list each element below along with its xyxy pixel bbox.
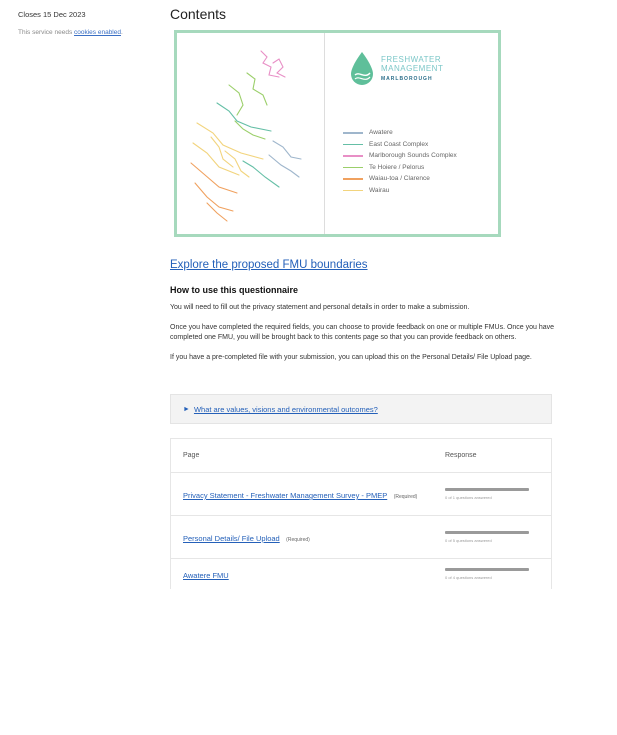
instructions-paragraph: You will need to fill out the privacy st…	[170, 304, 470, 311]
response-cell: 0 of 5 questions answered	[445, 531, 539, 543]
main-content: Contents FRESHWATER MANAGEMENT MARLBOROU…	[170, 6, 555, 589]
required-tag: (Required)	[286, 537, 310, 543]
cookies-link[interactable]: cookies enabled	[74, 29, 121, 36]
legend-item: Te Hoiere / Pelorus	[343, 162, 457, 174]
column-header-response: Response	[445, 452, 477, 459]
legend-item: Awatere	[343, 127, 457, 139]
progress-text: 0 of 5 questions answered	[445, 538, 492, 543]
legend-label: Awatere	[369, 129, 393, 137]
table-row: Privacy Statement - Freshwater Managemen…	[171, 473, 551, 516]
progress-bar	[445, 568, 529, 571]
page-title: Contents	[170, 6, 227, 22]
cookie-notice-prefix: This service needs	[18, 29, 74, 36]
map-legend-panel: FRESHWATER MANAGEMENT MARLBOROUGH Awater…	[325, 33, 498, 234]
instructions-paragraph: If you have a pre-completed file with yo…	[170, 354, 532, 361]
freshwater-brand: FRESHWATER MANAGEMENT MARLBOROUGH	[349, 51, 443, 87]
explore-fmu-boundaries-link[interactable]: Explore the proposed FMU boundaries	[170, 259, 555, 271]
column-header-page: Page	[183, 452, 200, 459]
response-cell: 0 of 4 questions answered	[445, 568, 539, 580]
legend-label: Marlborough Sounds Complex	[369, 152, 457, 160]
awatere-fmu-link[interactable]: Awatere FMU	[183, 571, 229, 580]
progress-text: 0 of 4 questions answered	[445, 575, 492, 580]
legend-label: Waiau-toa / Clarence	[369, 175, 430, 183]
cookie-notice-suffix: .	[120, 29, 123, 36]
progress-text: 0 of 1 questions answered	[445, 495, 492, 500]
table-header: Page Response	[171, 439, 551, 473]
legend-swatch	[343, 178, 363, 180]
page-cell: Privacy Statement - Freshwater Managemen…	[183, 485, 445, 503]
legend-item: Waiau-toa / Clarence	[343, 173, 457, 185]
water-drop-logo-icon	[351, 52, 373, 85]
legend-label: Wairau	[369, 186, 390, 194]
legend-label: East Coast Complex	[369, 140, 429, 148]
brand-subtitle: MARLBOROUGH	[381, 75, 433, 82]
brand-line-1: FRESHWATER	[381, 54, 442, 64]
table-row: Personal Details/ File Upload (Required)…	[171, 516, 551, 559]
required-tag: (Required)	[393, 494, 418, 500]
brand-line-2: MANAGEMENT	[381, 63, 444, 73]
progress-bar	[445, 488, 529, 491]
legend-label: Te Hoiere / Pelorus	[369, 163, 425, 171]
sidebar: Closes 15 Dec 2023 This service needs co…	[18, 10, 138, 37]
legend-swatch	[343, 132, 363, 134]
legend-swatch	[343, 155, 363, 157]
page-cell: Personal Details/ File Upload (Required)	[183, 528, 445, 546]
river-map-graphic	[190, 50, 302, 222]
legend-item: East Coast Complex	[343, 139, 457, 151]
closing-date: Closes 15 Dec 2023	[18, 10, 86, 19]
page-cell: Awatere FMU	[183, 565, 445, 583]
legend-item: Marlborough Sounds Complex	[343, 150, 457, 162]
disclosure-summary[interactable]: What are values, visions and environment…	[194, 405, 378, 414]
privacy-statement-link[interactable]: Privacy Statement - Freshwater Managemen…	[183, 491, 387, 500]
values-visions-disclosure[interactable]: ► What are values, visions and environme…	[170, 394, 552, 424]
disclosure-triangle-icon: ►	[183, 405, 190, 413]
contents-table: Page Response Privacy Statement - Freshw…	[170, 438, 552, 589]
how-to-heading: How to use this questionnaire	[170, 285, 299, 295]
brand-wordmark: FRESHWATER MANAGEMENT MARLBOROUGH	[381, 55, 443, 84]
map-legend: Awatere East Coast Complex Marlborough S…	[343, 127, 457, 196]
cookie-notice: This service needs cookies enabled.	[18, 28, 138, 37]
progress-bar	[445, 531, 529, 534]
legend-swatch	[343, 143, 363, 145]
legend-item: Wairau	[343, 185, 457, 197]
table-row: Awatere FMU 0 of 4 questions answered	[171, 559, 551, 589]
region-map	[177, 33, 325, 234]
fmu-map-image: FRESHWATER MANAGEMENT MARLBOROUGH Awater…	[174, 30, 501, 237]
personal-details-link[interactable]: Personal Details/ File Upload	[183, 534, 280, 543]
legend-swatch	[343, 166, 363, 168]
response-cell: 0 of 1 questions answered	[445, 488, 539, 500]
legend-swatch	[343, 189, 363, 191]
instructions-paragraph: Once you have completed the required fie…	[170, 324, 555, 341]
